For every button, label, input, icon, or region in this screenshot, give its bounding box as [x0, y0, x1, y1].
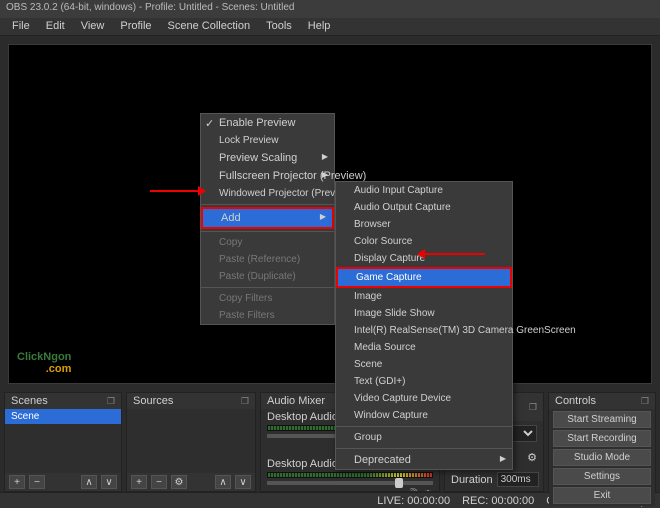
scenes-title: Scenes [11, 395, 48, 407]
gear-icon[interactable]: ⚙ [527, 451, 537, 464]
preview-context-menu: ✓Enable Preview Lock Preview Preview Sca… [200, 113, 335, 325]
start-recording-button[interactable]: Start Recording [553, 430, 651, 447]
volume-slider[interactable] [267, 481, 433, 485]
menu-tools[interactable]: Tools [258, 18, 300, 35]
scene-remove-button[interactable]: − [29, 475, 45, 489]
source-gear-button[interactable]: ⚙ [171, 475, 187, 489]
source-realsense[interactable]: Intel(R) RealSense(TM) 3D Camera GreenSc… [336, 322, 512, 339]
source-image-slideshow[interactable]: Image Slide Show [336, 305, 512, 322]
source-up-button[interactable]: ∧ [215, 475, 231, 489]
status-live: LIVE: 00:00:00 [377, 495, 450, 507]
controls-panel: Controls ❐ Start Streaming Start Recordin… [548, 392, 656, 492]
menu-copy-filters: Copy Filters [201, 290, 334, 307]
scene-down-button[interactable]: ∨ [101, 475, 117, 489]
source-deprecated[interactable]: Deprecated▶ [336, 451, 512, 469]
popout-icon[interactable]: ❐ [529, 402, 537, 413]
popout-icon[interactable]: ❐ [641, 396, 649, 407]
sources-title: Sources [133, 395, 173, 407]
menu-paste-filters: Paste Filters [201, 307, 334, 324]
menu-edit[interactable]: Edit [38, 18, 73, 35]
menu-help[interactable]: Help [300, 18, 339, 35]
annotation-arrow [150, 190, 198, 192]
gear-icon[interactable]: ⚙ [423, 488, 433, 491]
audio-meter [267, 472, 433, 478]
source-down-button[interactable]: ∨ [235, 475, 251, 489]
popout-icon[interactable]: ❐ [241, 396, 249, 407]
studio-mode-button[interactable]: Studio Mode [553, 449, 651, 466]
menu-enable-preview[interactable]: ✓Enable Preview [201, 114, 334, 132]
duration-input[interactable] [497, 472, 539, 487]
menu-add[interactable]: Add▶ [201, 207, 334, 229]
watermark: ClickNgon .com [17, 347, 71, 375]
scene-up-button[interactable]: ∧ [81, 475, 97, 489]
source-audio-input[interactable]: Audio Input Capture [336, 182, 512, 199]
source-audio-output[interactable]: Audio Output Capture [336, 199, 512, 216]
menu-paste-reference: Paste (Reference) [201, 251, 334, 268]
source-game-capture[interactable]: Game Capture [336, 267, 512, 288]
menu-lock-preview[interactable]: Lock Preview [201, 132, 334, 149]
source-browser[interactable]: Browser [336, 216, 512, 233]
menu-view[interactable]: View [73, 18, 113, 35]
annotation-arrow [425, 253, 485, 255]
popout-icon[interactable]: ❐ [107, 396, 115, 407]
source-color[interactable]: Color Source [336, 233, 512, 250]
exit-button[interactable]: Exit [553, 487, 651, 504]
source-window-capture[interactable]: Window Capture [336, 407, 512, 424]
menu-copy: Copy [201, 234, 334, 251]
menu-profile[interactable]: Profile [112, 18, 159, 35]
source-add-button[interactable]: + [131, 475, 147, 489]
menu-file[interactable]: File [4, 18, 38, 35]
window-titlebar: OBS 23.0.2 (64-bit, windows) - Profile: … [0, 0, 660, 18]
source-group[interactable]: Group [336, 429, 512, 446]
scene-list-item[interactable]: Scene [5, 409, 121, 424]
start-streaming-button[interactable]: Start Streaming [553, 411, 651, 428]
mixer-title: Audio Mixer [267, 395, 325, 407]
menu-paste-duplicate: Paste (Duplicate) [201, 268, 334, 285]
scenes-panel: Scenes ❐ Scene + − ∧ ∨ [4, 392, 122, 492]
add-source-submenu: Audio Input Capture Audio Output Capture… [335, 181, 513, 470]
menubar: File Edit View Profile Scene Collection … [0, 18, 660, 36]
menu-fullscreen-projector[interactable]: Fullscreen Projector (Preview)▶ [201, 167, 334, 185]
status-rec: REC: 00:00:00 [462, 495, 534, 507]
sources-panel: Sources ❐ + − ⚙ ∧ ∨ [126, 392, 256, 492]
source-text-gdi[interactable]: Text (GDI+) [336, 373, 512, 390]
menu-preview-scaling[interactable]: Preview Scaling▶ [201, 149, 334, 167]
menu-windowed-projector[interactable]: Windowed Projector (Preview) [201, 185, 334, 202]
duration-label: Duration [451, 474, 493, 486]
speaker-icon[interactable]: 🔊 [405, 488, 419, 491]
menu-scene-collection[interactable]: Scene Collection [160, 18, 259, 35]
source-scene[interactable]: Scene [336, 356, 512, 373]
source-remove-button[interactable]: − [151, 475, 167, 489]
source-video-capture[interactable]: Video Capture Device [336, 390, 512, 407]
controls-title: Controls [555, 395, 596, 407]
source-media[interactable]: Media Source [336, 339, 512, 356]
source-image[interactable]: Image [336, 288, 512, 305]
scene-add-button[interactable]: + [9, 475, 25, 489]
settings-button[interactable]: Settings [553, 468, 651, 485]
